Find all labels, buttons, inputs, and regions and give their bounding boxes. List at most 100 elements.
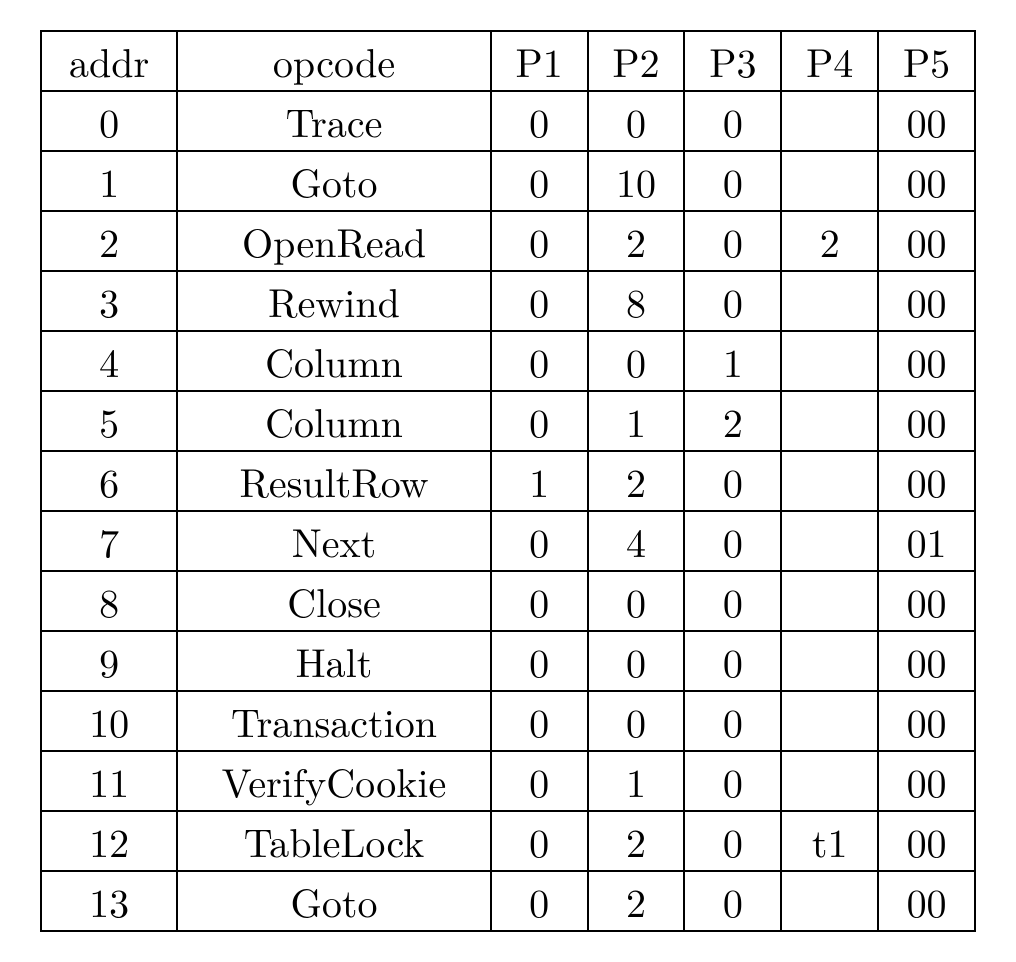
cell-p1: 0: [491, 631, 588, 691]
cell-p1: 0: [491, 691, 588, 751]
col-header-p2: P2: [588, 31, 685, 91]
table-row: 7Next04001: [41, 511, 975, 571]
table-row: 2OpenRead020200: [41, 211, 975, 271]
cell-p5: 01: [878, 511, 975, 571]
cell-p2: 1: [588, 751, 685, 811]
cell-p5: 00: [878, 811, 975, 871]
cell-p2: 8: [588, 271, 685, 331]
cell-p2: 0: [588, 91, 685, 151]
cell-addr: 10: [41, 691, 177, 751]
cell-opcode: Column: [177, 331, 490, 391]
cell-p2: 2: [588, 211, 685, 271]
cell-addr: 9: [41, 631, 177, 691]
cell-opcode: ResultRow: [177, 451, 490, 511]
table-row: 5Column012 00: [41, 391, 975, 451]
cell-p5: 00: [878, 451, 975, 511]
table-row: 3Rewind08000: [41, 271, 975, 331]
cell-p3: 0: [684, 691, 781, 751]
cell-p5: 00: [878, 391, 975, 451]
cell-opcode: Next: [177, 511, 490, 571]
table-row: 11VerifyCookie01000: [41, 751, 975, 811]
cell-opcode: Goto: [177, 151, 490, 211]
cell-p2: 2: [588, 871, 685, 931]
cell-p3: 0: [684, 511, 781, 571]
cell-p5: 00: [878, 271, 975, 331]
table-row: 10Transaction00000: [41, 691, 975, 751]
cell-p1: 1: [491, 451, 588, 511]
cell-p4: t1: [781, 811, 878, 871]
col-header-opcode: opcode: [177, 31, 490, 91]
cell-p1: 0: [491, 271, 588, 331]
cell-p2: 0: [588, 571, 685, 631]
cell-p1: 0: [491, 151, 588, 211]
cell-p1: 0: [491, 751, 588, 811]
cell-p2: 10: [588, 151, 685, 211]
col-header-p1: P1: [491, 31, 588, 91]
col-header-p5: P5: [878, 31, 975, 91]
cell-addr: 5: [41, 391, 177, 451]
cell-p2: 0: [588, 691, 685, 751]
cell-opcode: Column: [177, 391, 490, 451]
cell-p2: 0: [588, 331, 685, 391]
cell-p3: 0: [684, 151, 781, 211]
cell-p4: [781, 631, 878, 691]
cell-opcode: Halt: [177, 631, 490, 691]
cell-p1: 0: [491, 511, 588, 571]
cell-addr: 7: [41, 511, 177, 571]
table-row: 13Goto02000: [41, 871, 975, 931]
cell-opcode: Trace: [177, 91, 490, 151]
cell-addr: 6: [41, 451, 177, 511]
cell-p2: 1: [588, 391, 685, 451]
cell-p1: 0: [491, 871, 588, 931]
cell-p5: 00: [878, 751, 975, 811]
cell-addr: 8: [41, 571, 177, 631]
cell-addr: 0: [41, 91, 177, 151]
table-row: 1Goto010000: [41, 151, 975, 211]
cell-p3: 0: [684, 751, 781, 811]
cell-p4: [781, 571, 878, 631]
table-row: 0Trace00000: [41, 91, 975, 151]
col-header-addr: addr: [41, 31, 177, 91]
cell-addr: 12: [41, 811, 177, 871]
col-header-p3: P3: [684, 31, 781, 91]
cell-opcode: Close: [177, 571, 490, 631]
cell-addr: 2: [41, 211, 177, 271]
table-row: 4Column00100: [41, 331, 975, 391]
cell-p5: 00: [878, 631, 975, 691]
cell-p4: [781, 871, 878, 931]
cell-p4: [781, 331, 878, 391]
cell-p1: 0: [491, 811, 588, 871]
cell-p4: [781, 271, 878, 331]
cell-p4: [781, 511, 878, 571]
cell-p5: 00: [878, 571, 975, 631]
cell-p3: 0: [684, 271, 781, 331]
cell-p4: [781, 751, 878, 811]
cell-p2: 4: [588, 511, 685, 571]
cell-p2: 2: [588, 451, 685, 511]
cell-p5: 00: [878, 91, 975, 151]
cell-addr: 4: [41, 331, 177, 391]
col-header-p4: P4: [781, 31, 878, 91]
cell-p3: 2: [684, 391, 781, 451]
cell-p5: 00: [878, 211, 975, 271]
page: addr opcode P1 P2 P3 P4 P5 0Trace000001G…: [0, 0, 1016, 962]
cell-p5: 00: [878, 331, 975, 391]
table-body: 0Trace000001Goto0100002OpenRead0202003Re…: [41, 91, 975, 931]
cell-p1: 0: [491, 391, 588, 451]
cell-p2: 0: [588, 631, 685, 691]
table-header-row: addr opcode P1 P2 P3 P4 P5: [41, 31, 975, 91]
cell-p4: [781, 451, 878, 511]
table-row: 6ResultRow12000: [41, 451, 975, 511]
cell-p3: 0: [684, 91, 781, 151]
cell-opcode: Transaction: [177, 691, 490, 751]
cell-addr: 1: [41, 151, 177, 211]
cell-p1: 0: [491, 211, 588, 271]
cell-p5: 00: [878, 151, 975, 211]
bytecode-table: addr opcode P1 P2 P3 P4 P5 0Trace000001G…: [40, 30, 976, 932]
cell-opcode: TableLock: [177, 811, 490, 871]
table-row: 8Close00000: [41, 571, 975, 631]
cell-p4: [781, 691, 878, 751]
cell-p5: 00: [878, 871, 975, 931]
cell-p3: 0: [684, 451, 781, 511]
cell-opcode: Goto: [177, 871, 490, 931]
